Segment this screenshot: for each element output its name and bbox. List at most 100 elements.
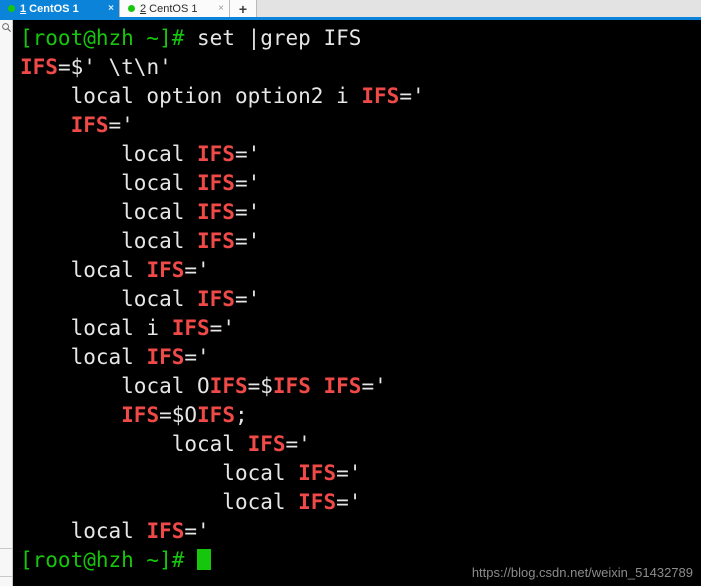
grep-match: IFS [197,142,235,166]
terminal-line: IFS=$OIFS; [20,401,701,430]
grep-match: IFS [146,519,185,543]
terminal-line: local OIFS=$IFS IFS=' [20,372,701,401]
grep-match: IFS [247,432,286,456]
terminal-output-pane[interactable]: [root@hzh ~]# set |grep IFS IFS=$' \t\n' … [14,20,701,586]
line-text: local [171,432,248,456]
new-tab-button[interactable]: + [230,0,257,17]
line-text: local [121,200,198,224]
line-text: =' [234,142,261,166]
line-text: =' [234,171,261,195]
terminal-line: local IFS=' [20,140,701,169]
grep-match: IFS [146,258,185,282]
terminal-line: IFS=$' \t\n' [20,53,701,82]
line-text: =' [336,490,362,514]
grep-match: IFS [70,113,109,137]
shell-prompt: [root@hzh ~]# [20,26,198,50]
terminal-line: local IFS=' [20,198,701,227]
terminal-line: local IFS=' [20,227,701,256]
terminal-line: local option option2 i IFS=' [20,82,701,111]
terminal-line: IFS=' [20,111,701,140]
line-text: =' [184,519,210,543]
line-text: =' [285,432,311,456]
terminal-line: local IFS=' [20,256,701,285]
line-text: local [121,142,198,166]
shell-prompt: [root@hzh ~]# [20,548,198,572]
search-icon[interactable] [1,22,12,33]
line-text: local [222,490,299,514]
line-text: local i [70,316,172,340]
line-text: local [121,287,198,311]
line-text: local [222,461,299,485]
terminal-line: local i IFS=' [20,314,701,343]
grep-match: IFS [197,403,235,427]
tab-name-1: CentOS 1 [26,2,79,15]
rail-divider [0,576,12,577]
grep-match: IFS [323,374,362,398]
terminal-line: local IFS=' [20,430,701,459]
line-text: =$O [159,403,198,427]
grep-match: IFS [209,374,248,398]
line-text: local [70,345,147,369]
line-text: =' [184,258,210,282]
terminal-line: local IFS=' [20,169,701,198]
tab-name-2: CentOS 1 [146,2,198,15]
line-text: =$ [247,374,273,398]
line-text: local [70,519,147,543]
line-text: local O [121,374,210,398]
tab-label-1: 1 CentOS 1 [20,3,102,15]
terminal-line: [root@hzh ~]# set |grep IFS [20,24,701,53]
terminal-line: local IFS=' [20,343,701,372]
line-text: =' [209,316,235,340]
tab-centos-2[interactable]: 2 CentOS 1 × [120,0,230,17]
line-text: =' [184,345,210,369]
tab-bar-empty-area [257,0,701,17]
terminal-line: local IFS=' [20,488,701,517]
grep-match: IFS [146,345,185,369]
tab-label-2: 2 CentOS 1 [140,3,212,15]
line-text: ; [234,403,248,427]
terminal-line: local IFS=' [20,285,701,314]
line-text: =' [399,84,425,108]
close-icon[interactable]: × [218,3,224,14]
shell-command: set |grep IFS [197,26,362,50]
tab-bar: 1 CentOS 1 × 2 CentOS 1 × + [0,0,701,17]
grep-match: IFS [298,490,337,514]
grep-match: IFS [272,374,311,398]
terminal-line: local IFS=' [20,459,701,488]
left-rail[interactable] [0,20,13,586]
line-text: local option option2 i [70,84,362,108]
tab-status-dot-icon [128,5,135,12]
tab-status-dot-icon [8,5,15,12]
rail-divider [0,548,12,549]
grep-match: IFS [20,55,58,79]
grep-match: IFS [171,316,210,340]
terminal-line: local IFS=' [20,517,701,546]
line-text: =' [108,113,134,137]
close-icon[interactable]: × [108,3,114,14]
line-text [311,374,324,398]
line-text: local [70,258,147,282]
watermark: https://blog.csdn.net/weixin_51432789 [471,565,693,580]
tab-centos-1[interactable]: 1 CentOS 1 × [0,0,120,17]
line-text: local [121,229,198,253]
grep-match: IFS [361,84,400,108]
grep-match: IFS [197,171,235,195]
grep-match: IFS [298,461,337,485]
line-text: =' [361,374,387,398]
